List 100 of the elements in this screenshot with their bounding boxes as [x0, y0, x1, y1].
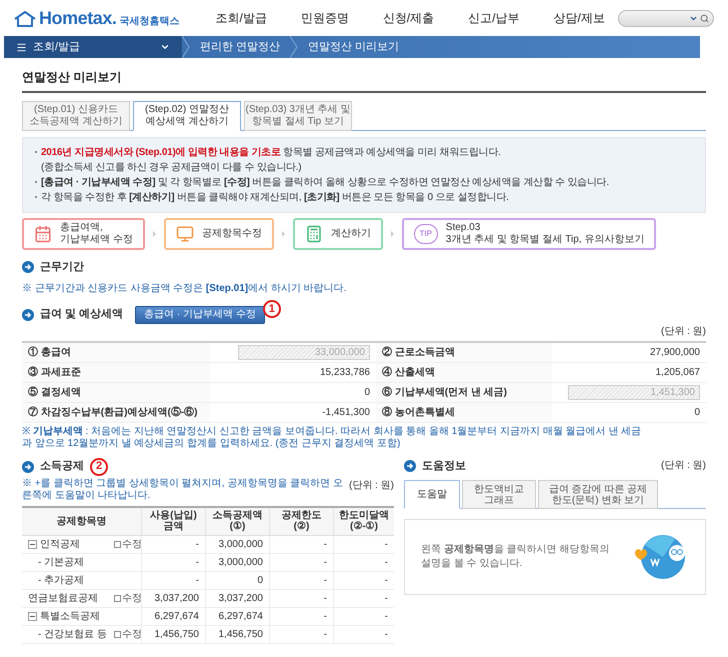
column-header: 공제한도 (②)	[282, 510, 322, 532]
step-tab[interactable]: (Step.01) 신용카드 소득공제액 계산하기	[22, 101, 130, 131]
nav-menu-item[interactable]: 조회/발급	[215, 9, 267, 27]
step-flow-button[interactable]: 계산하기	[292, 218, 383, 250]
chevron-separator-icon	[182, 36, 190, 58]
calendar-icon	[34, 225, 52, 243]
deduction-name[interactable]: - 건강보험료 등	[38, 626, 107, 642]
nav-menu-item[interactable]: 상담/제보	[553, 9, 605, 27]
field-label: ⑤ 결정세액	[28, 386, 81, 400]
table-cell-text: -	[384, 538, 388, 552]
table-cell-text: 6,297,674	[154, 610, 199, 624]
section-title: 도움정보	[422, 458, 466, 474]
arrow-circle-icon	[22, 308, 34, 320]
page-title: 연말정산 미리보기	[22, 68, 706, 93]
table-cell-text: -	[384, 592, 388, 606]
table-cell-text: -	[324, 628, 327, 642]
collapse-toggle[interactable]	[28, 540, 37, 548]
table-cell-text: 1,456,750	[218, 628, 263, 642]
unit-label: (단위 : 원)	[349, 478, 394, 492]
edit-link[interactable]: 수정	[114, 626, 142, 642]
unit-label: (단위 : 원)	[661, 459, 706, 474]
help-tab[interactable]: 도움말	[404, 480, 460, 509]
table-cell-text: 6,297,674	[218, 610, 263, 624]
menu-icon	[16, 42, 27, 52]
field-value: 0	[364, 386, 370, 400]
table-cell-text: 3,037,200	[154, 592, 199, 606]
info-text: 각 항목을 수정한 후 [계산하기] 버튼을 클릭해야 재계산되며, [초기화] 버튼은 모든 항목을 0 으로 설정합니다.	[41, 191, 509, 205]
note-text: ※ 기납부세액 : 처음에는 지난해 연말정산시 신고한 금액을 보여줍니다. 따라서 회사를 통해 올해 1월분부터 지금까지 매월 월급에서 낸 세금과 앞으로 12월분까지 낼 예상세금의 합계를 입력하세요. (종전 근무지 결정세액 포함)	[22, 426, 642, 450]
house-icon	[14, 11, 36, 27]
field-label: ① 총급여	[28, 346, 71, 360]
table-cell-text: -	[384, 610, 388, 624]
edit-link[interactable]: 수정	[114, 536, 142, 552]
deduction-name[interactable]: - 기본공제	[38, 554, 84, 570]
help-tab[interactable]: 급여 증감에 따른 공제 한도(문턱) 변화 보기	[538, 480, 658, 509]
deduction-name[interactable]: 인적공제	[40, 536, 80, 552]
step-flow-button[interactable]: 총급여액, 기납부세액 수정	[22, 218, 145, 250]
field-label: ④ 산출세액	[382, 366, 435, 380]
table-cell-text: -	[324, 610, 327, 624]
note-text: ※ 근무기간과 신용카드 사용금액 수정은 [Step.01]에서 하시기 바랍니다.	[22, 282, 348, 296]
field-label: ⑦ 차감징수납부(환급)예상세액(⑤-⑥)	[28, 406, 198, 420]
field-label: ③ 과세표준	[28, 366, 81, 380]
arrow-circle-icon	[404, 460, 416, 472]
number-badge: 2	[90, 458, 108, 476]
table-cell-text: -	[384, 556, 388, 570]
table-cell-text: 1,456,750	[154, 628, 199, 642]
section-title: 소득공제	[40, 459, 84, 474]
monitor-icon	[176, 225, 194, 243]
nav-menu-item[interactable]: 신고/납부	[468, 9, 520, 27]
section-title: 급여 및 예상세액	[40, 307, 124, 322]
step-tab[interactable]: (Step.02) 연말정산 예상세액 계산하기	[133, 101, 241, 131]
deduction-name[interactable]: - 추가공제	[38, 572, 84, 588]
logo-subtitle: 국세청홈택스	[119, 17, 180, 27]
search-field[interactable]	[618, 10, 714, 26]
edit-link[interactable]: 수정	[114, 590, 142, 606]
table-cell-text: 3,000,000	[218, 538, 263, 552]
caret-icon	[160, 42, 170, 52]
calculator-icon	[304, 225, 323, 243]
collapse-toggle[interactable]	[28, 612, 37, 620]
table-cell-text: 3,000,000	[218, 556, 263, 570]
field-value: 15,233,786	[320, 366, 370, 380]
edit-salary-button[interactable]: 총급여 · 기납부세액 수정	[135, 306, 265, 324]
table-cell-text: -	[324, 592, 327, 606]
field-value: 1,205,067	[656, 366, 700, 380]
info-text: [총급여 · 기납부세액 수정] 및 각 항목별로 [수정] 버튼을 클릭하여 올해 상황으로 수정하면 연말정산 예상세액을 계산할 수 있습니다.	[41, 176, 609, 190]
field-value: 27,900,000	[650, 346, 700, 360]
nav-menu-item[interactable]: 신청/제출	[382, 9, 434, 27]
arrow-circle-icon	[22, 460, 34, 472]
column-header: 사용(납입) 금액	[150, 510, 197, 532]
table-cell-text: -	[384, 574, 388, 588]
note-text: ※ +를 클릭하면 그룹별 상세항목이 펼쳐지며, 공제항목명을 클릭하면 오른쪽에 도움말이 나타납니다.	[22, 478, 343, 502]
column-header: 공제항목명	[56, 516, 106, 526]
breadcrumb-link[interactable]: 편리한 연말정산	[190, 38, 290, 56]
table-cell-text: -	[196, 556, 199, 570]
nav-menu-item[interactable]: 민원증명	[300, 9, 349, 27]
section-title: 근무기간	[40, 260, 84, 275]
breadcrumb-link[interactable]: 연말정산 미리보기	[298, 38, 410, 56]
table-cell-text: -	[196, 538, 199, 552]
info-subtext: (종합소득세 신고를 하신 경우 공제금액이 다를 수 있습니다.)	[41, 161, 302, 175]
search-icon[interactable]	[700, 14, 709, 22]
field-label: ② 근로소득금액	[382, 346, 455, 360]
help-tab[interactable]: 한도액비교 그래프	[462, 480, 536, 509]
menu-dropdown[interactable]: 조회/발급	[4, 36, 182, 58]
step-tab[interactable]: (Step.03) 3개년 추세 및 항목별 절세 Tip 보기	[244, 101, 352, 131]
tip-icon: TIP	[414, 224, 438, 244]
step-flow-button[interactable]: 공제항목수정	[164, 218, 274, 250]
deduction-name[interactable]: 연금보험료공제	[28, 590, 98, 606]
table-cell-text: -	[384, 628, 388, 642]
table-cell-text: 0	[257, 574, 263, 588]
field-label: ⑧ 농어촌특별세	[382, 406, 455, 420]
step-flow-button[interactable]: TIP Step.03 3개년 추세 및 항목별 절세 Tip, 유의사항보기	[402, 218, 656, 250]
info-text: 2016년 지급명세서와 (Step.01)에 입력한 내용을 기초로 항목별 공제금액과 예상세액을 미리 채워드립니다.	[41, 146, 501, 160]
help-text: 왼쪽 공제항목명을 클릭하시면 해당항목의 설명을 볼 수 있습니다.	[421, 543, 610, 571]
table-cell-text: -	[324, 556, 327, 570]
logo-text[interactable]: Hometax.	[39, 9, 116, 27]
field-label: ⑥ 기납부세액(먼저 낸 세금)	[382, 386, 507, 400]
table-cell-text: -	[324, 538, 327, 552]
deduction-name[interactable]: 특별소득공제	[40, 608, 100, 624]
table-cell-text: -	[324, 574, 327, 588]
field-value: -1,451,300	[322, 406, 370, 420]
number-badge: 1	[262, 300, 281, 318]
